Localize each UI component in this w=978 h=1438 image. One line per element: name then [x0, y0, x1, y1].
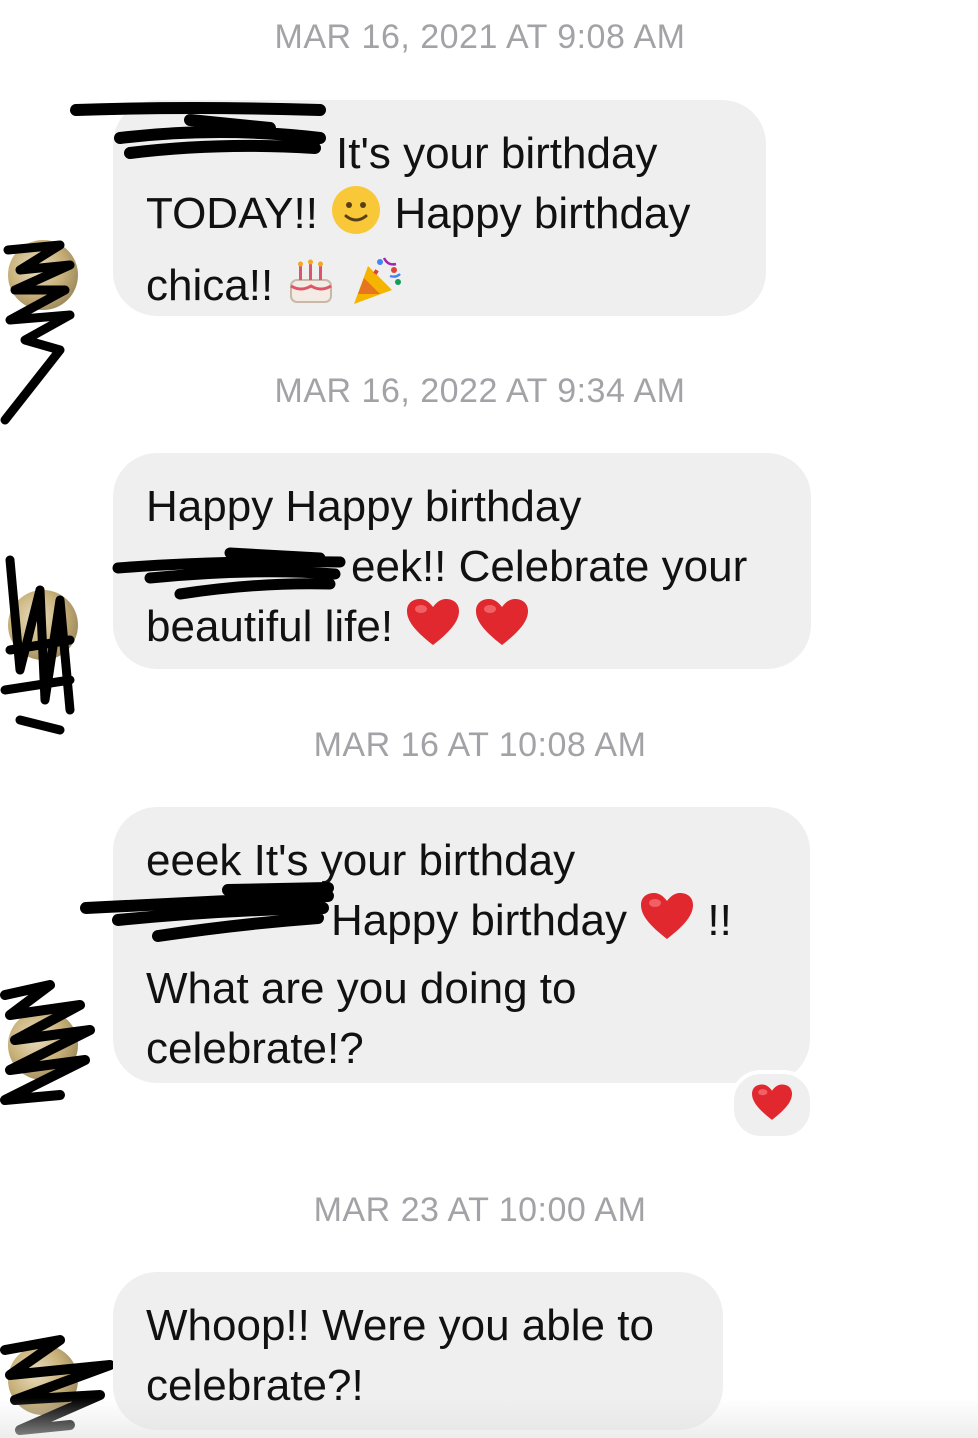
message-line: eeek It's your birthday — [146, 831, 776, 891]
message-text: Happy birthday — [394, 189, 691, 238]
message-line: Happy Happy birthday — [146, 477, 777, 537]
message-line: beautiful life! — [146, 597, 777, 665]
message-line: It's your birthday — [146, 124, 732, 184]
slightly-smiling-face-icon — [330, 184, 382, 252]
message-timestamp: MAR 16, 2022 AT 9:34 AM — [274, 372, 686, 410]
message-text: beautiful life! — [146, 602, 394, 651]
heart-reaction-badge[interactable] — [730, 1070, 814, 1140]
message-text: TODAY!! — [146, 189, 318, 238]
message-line: eek!! Celebrate your — [146, 537, 777, 597]
message-text: !! — [707, 896, 732, 945]
message-line: Whoop!! Were you able to — [146, 1296, 689, 1356]
contact-avatar[interactable] — [8, 1010, 78, 1080]
message-text: What are you doing to — [146, 964, 577, 1013]
message-line: chica!! — [146, 252, 732, 324]
red-heart-icon — [750, 1083, 794, 1128]
message-line: celebrate!? — [146, 1019, 776, 1079]
message-line: Happy birthday !! — [146, 891, 776, 959]
red-heart-icon — [405, 597, 461, 665]
message-bubble[interactable]: It's your birthday TODAY!! Happy birthda… — [113, 100, 766, 316]
message-line: What are you doing to — [146, 959, 776, 1019]
message-text: celebrate!? — [146, 1024, 364, 1073]
red-heart-icon — [639, 891, 695, 959]
message-text: eek!! Celebrate your — [351, 542, 748, 591]
message-timestamp: MAR 16, 2021 AT 9:08 AM — [274, 18, 686, 56]
message-timestamp: MAR 23 AT 10:00 AM — [313, 1191, 647, 1229]
message-text: It's your birthday — [336, 129, 658, 178]
message-bubble[interactable]: eeek It's your birthday Happy birthday !… — [113, 807, 810, 1083]
message-text: chica!! — [146, 261, 274, 310]
party-popper-icon — [350, 252, 406, 324]
red-heart-icon — [474, 597, 530, 665]
contact-avatar[interactable] — [8, 590, 78, 660]
bottom-scroll-fade — [0, 1398, 978, 1438]
message-text: Whoop!! Were you able to — [146, 1301, 654, 1350]
message-line: TODAY!! Happy birthday — [146, 184, 732, 252]
message-bubble[interactable]: Happy Happy birthday eek!! Celebrate you… — [113, 453, 811, 669]
message-timestamp: MAR 16 AT 10:08 AM — [313, 726, 647, 764]
message-text: eeek It's your birthday — [146, 836, 576, 885]
message-text: Happy Happy birthday — [146, 482, 582, 531]
birthday-cake-icon — [285, 256, 337, 324]
message-text: Happy birthday — [331, 896, 627, 945]
contact-avatar[interactable] — [8, 240, 78, 310]
